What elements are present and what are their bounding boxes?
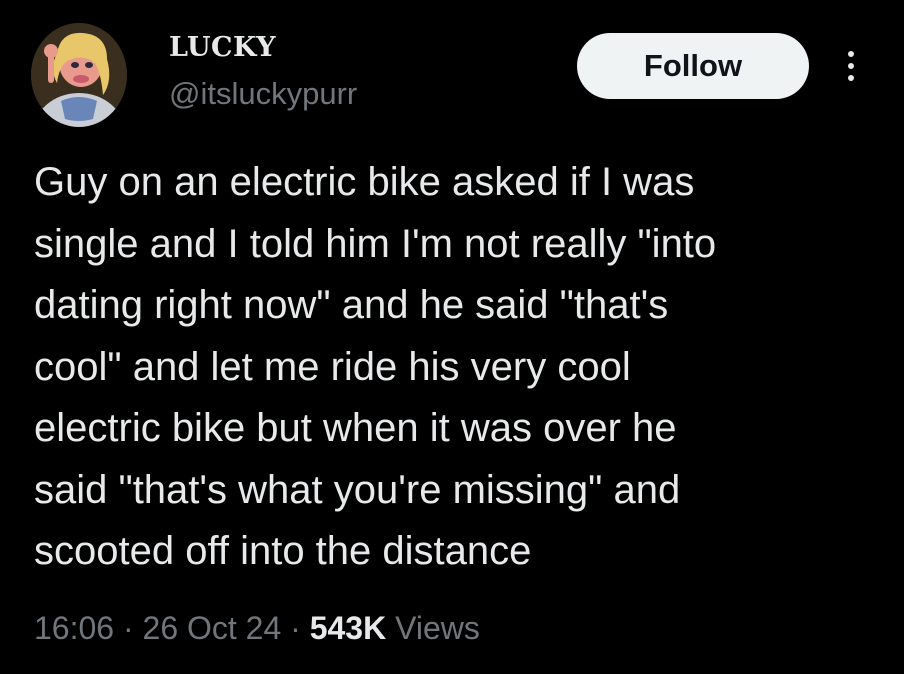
views-label: Views	[386, 610, 480, 646]
more-options-button[interactable]	[838, 44, 864, 88]
views-count[interactable]: 543K	[310, 610, 387, 646]
meta-separator-2: ·	[281, 610, 310, 646]
more-vertical-icon-dot-3	[848, 75, 854, 81]
more-vertical-icon-dot-2	[848, 63, 854, 69]
tweet: LUCKY @itsluckypurr Follow Guy on an ele…	[0, 0, 904, 674]
tweet-date[interactable]: 26 Oct 24	[143, 610, 282, 646]
tweet-meta: 16:06 · 26 Oct 24 · 543K Views	[34, 610, 480, 647]
avatar[interactable]	[31, 23, 127, 127]
avatar-image	[31, 23, 127, 127]
author-display-name[interactable]: LUCKY	[169, 32, 276, 63]
tweet-time[interactable]: 16:06	[34, 610, 114, 646]
tweet-text: Guy on an electric bike asked if I was s…	[34, 160, 717, 573]
meta-separator: ·	[114, 610, 143, 646]
follow-button[interactable]: Follow	[577, 33, 809, 99]
more-vertical-icon	[848, 51, 854, 57]
author-handle[interactable]: @itsluckypurr	[169, 76, 357, 112]
